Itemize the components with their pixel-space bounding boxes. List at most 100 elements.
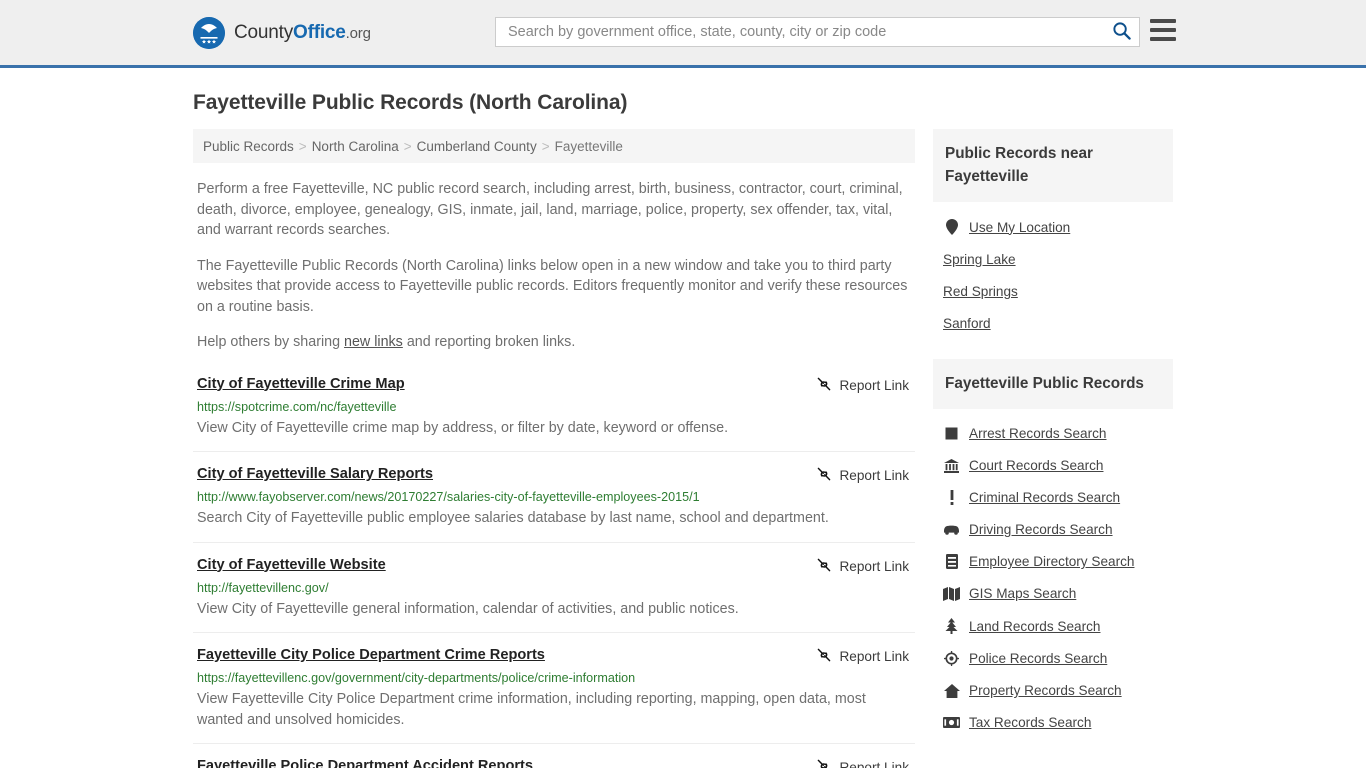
panel-records-body: Arrest Records Search Court Records Sear… — [933, 409, 1173, 742]
page-title: Fayetteville Public Records (North Carol… — [193, 91, 628, 114]
sidebar: Public Records near Fayetteville Use My … — [933, 129, 1173, 746]
result-header: Fayetteville City Police Department Crim… — [197, 646, 915, 666]
report-link-button[interactable]: Report Link — [816, 376, 915, 395]
broken-link-icon — [816, 466, 832, 485]
sidebar-item-land-records[interactable]: Land Records Search — [941, 609, 1173, 642]
sidebar-item-tax-records[interactable]: Tax Records Search — [941, 706, 1173, 738]
handcuffs-icon — [943, 427, 960, 440]
search-button[interactable] — [1103, 18, 1139, 46]
result-title[interactable]: Fayetteville City Police Department Crim… — [197, 646, 545, 665]
broken-link-icon — [816, 647, 832, 666]
hamburger-bar — [1150, 28, 1176, 32]
tree-icon — [943, 618, 960, 634]
sidebar-link-label[interactable]: Arrest Records Search — [969, 426, 1107, 441]
panel-records-heading: Fayetteville Public Records — [933, 359, 1173, 409]
sidebar-item-arrest-records[interactable]: Arrest Records Search — [941, 417, 1173, 449]
report-link-button[interactable]: Report Link — [816, 647, 915, 666]
result-header: Fayetteville Police Department Accident … — [197, 757, 915, 768]
map-icon — [943, 586, 960, 601]
main-content: Public Records > North Carolina > Cumberland… — [193, 129, 915, 768]
car-icon — [943, 524, 960, 535]
home-icon — [943, 683, 960, 698]
sidebar-item-driving-records[interactable]: Driving Records Search — [941, 513, 1173, 545]
hamburger-bar — [1150, 19, 1176, 23]
breadcrumb-item-fayetteville: Fayetteville — [554, 139, 623, 154]
broken-link-icon — [816, 758, 832, 768]
result-url[interactable]: https://fayettevillenc.gov/government/ci… — [197, 670, 915, 686]
sidebar-link-label[interactable]: Court Records Search — [969, 458, 1103, 473]
new-links-link[interactable]: new links — [344, 334, 403, 350]
report-link-button[interactable]: Report Link — [816, 758, 915, 768]
result-url[interactable]: http://fayettevillenc.gov/ — [197, 580, 915, 596]
result-header: City of Fayetteville Crime Map Report Li… — [197, 375, 915, 395]
sidebar-item-police-records[interactable]: Police Records Search — [941, 642, 1173, 674]
broken-link-icon — [816, 557, 832, 576]
result-item: City of Fayetteville Salary Reports Repo… — [193, 465, 915, 543]
result-item: Fayetteville City Police Department Crim… — [193, 646, 915, 744]
sidebar-item-property-records[interactable]: Property Records Search — [941, 674, 1173, 706]
sidebar-link-label[interactable]: Property Records Search — [969, 683, 1122, 698]
sidebar-link-label[interactable]: Sanford — [943, 316, 991, 331]
hamburger-menu-icon[interactable] — [1150, 19, 1176, 41]
breadcrumb-item-cumberland-county[interactable]: Cumberland County — [417, 139, 537, 154]
sidebar-link-label[interactable]: Red Springs — [943, 284, 1018, 299]
intro-paragraph-1: Perform a free Fayetteville, NC public r… — [197, 181, 903, 238]
sidebar-link-label[interactable]: Land Records Search — [969, 619, 1100, 634]
search-input[interactable] — [496, 18, 1103, 46]
result-item: City of Fayetteville Crime Map Report Li… — [193, 375, 915, 452]
intro-help-suffix: and reporting broken links. — [402, 334, 576, 350]
sidebar-item-court-records[interactable]: Court Records Search — [941, 449, 1173, 481]
result-title[interactable]: City of Fayetteville Salary Reports — [197, 465, 433, 484]
report-link-label: Report Link — [839, 760, 909, 768]
sidebar-item-use-my-location[interactable]: Use My Location — [941, 210, 1173, 243]
result-url[interactable]: https://spotcrime.com/nc/fayetteville — [197, 399, 915, 415]
sidebar-link-label[interactable]: Use My Location — [969, 220, 1070, 235]
result-title[interactable]: City of Fayetteville Website — [197, 556, 386, 575]
broken-link-icon — [816, 376, 832, 395]
sidebar-link-label[interactable]: Tax Records Search — [969, 715, 1091, 730]
report-link-label: Report Link — [839, 558, 909, 574]
site-logo[interactable]: CountyOffice.org — [193, 17, 371, 49]
breadcrumb-item-public-records[interactable]: Public Records — [203, 139, 294, 154]
result-header: City of Fayetteville Salary Reports Repo… — [197, 465, 915, 485]
panel-fayetteville-records: Fayetteville Public Records Arrest Recor… — [933, 359, 1173, 742]
map-pin-icon — [943, 219, 960, 235]
result-item: Fayetteville Police Department Accident … — [193, 757, 915, 768]
result-url[interactable]: http://www.fayobserver.com/news/20170227… — [197, 489, 915, 505]
sidebar-item-criminal-records[interactable]: Criminal Records Search — [941, 481, 1173, 513]
site-header: CountyOffice.org — [0, 0, 1366, 68]
result-title[interactable]: City of Fayetteville Crime Map — [197, 375, 405, 394]
panel-nearby-body: Use My Location Spring Lake Red Springs … — [933, 202, 1173, 343]
results-list: City of Fayetteville Crime Map Report Li… — [193, 375, 915, 768]
report-link-label: Report Link — [839, 468, 909, 483]
panel-nearby-records: Public Records near Fayetteville Use My … — [933, 129, 1173, 343]
sidebar-item-spring-lake[interactable]: Spring Lake — [941, 243, 1173, 275]
sidebar-link-label[interactable]: Employee Directory Search — [969, 554, 1134, 569]
intro-text: Perform a free Fayetteville, NC public r… — [193, 179, 915, 353]
brand-part-tld: .org — [345, 25, 371, 42]
sidebar-link-label[interactable]: Criminal Records Search — [969, 490, 1120, 505]
sidebar-item-sanford[interactable]: Sanford — [941, 307, 1173, 339]
search-bar[interactable] — [495, 17, 1140, 47]
breadcrumb-item-north-carolina[interactable]: North Carolina — [312, 139, 399, 154]
report-link-button[interactable]: Report Link — [816, 557, 915, 576]
panel-nearby-heading: Public Records near Fayetteville — [933, 129, 1173, 202]
hamburger-bar — [1150, 37, 1176, 41]
money-icon — [943, 717, 960, 728]
sidebar-link-label[interactable]: GIS Maps Search — [969, 586, 1076, 601]
result-title[interactable]: Fayetteville Police Department Accident … — [197, 757, 533, 768]
page-body: Fayetteville Public Records (North Carol… — [0, 68, 1366, 768]
sidebar-link-label[interactable]: Spring Lake — [943, 252, 1016, 267]
site-logo-text: CountyOffice.org — [234, 22, 371, 44]
breadcrumb-separator: > — [541, 139, 550, 154]
sidebar-link-label[interactable]: Police Records Search — [969, 651, 1107, 666]
result-description: View Fayetteville City Police Department… — [197, 691, 866, 728]
search-icon — [1112, 21, 1131, 43]
sidebar-item-red-springs[interactable]: Red Springs — [941, 275, 1173, 307]
sidebar-item-gis-maps[interactable]: GIS Maps Search — [941, 577, 1173, 609]
intro-help-prefix: Help others by sharing — [197, 334, 345, 350]
sidebar-link-label[interactable]: Driving Records Search — [969, 522, 1113, 537]
brand-part-office: Office — [293, 22, 346, 43]
sidebar-item-employee-directory[interactable]: Employee Directory Search — [941, 545, 1173, 577]
report-link-button[interactable]: Report Link — [816, 466, 915, 485]
